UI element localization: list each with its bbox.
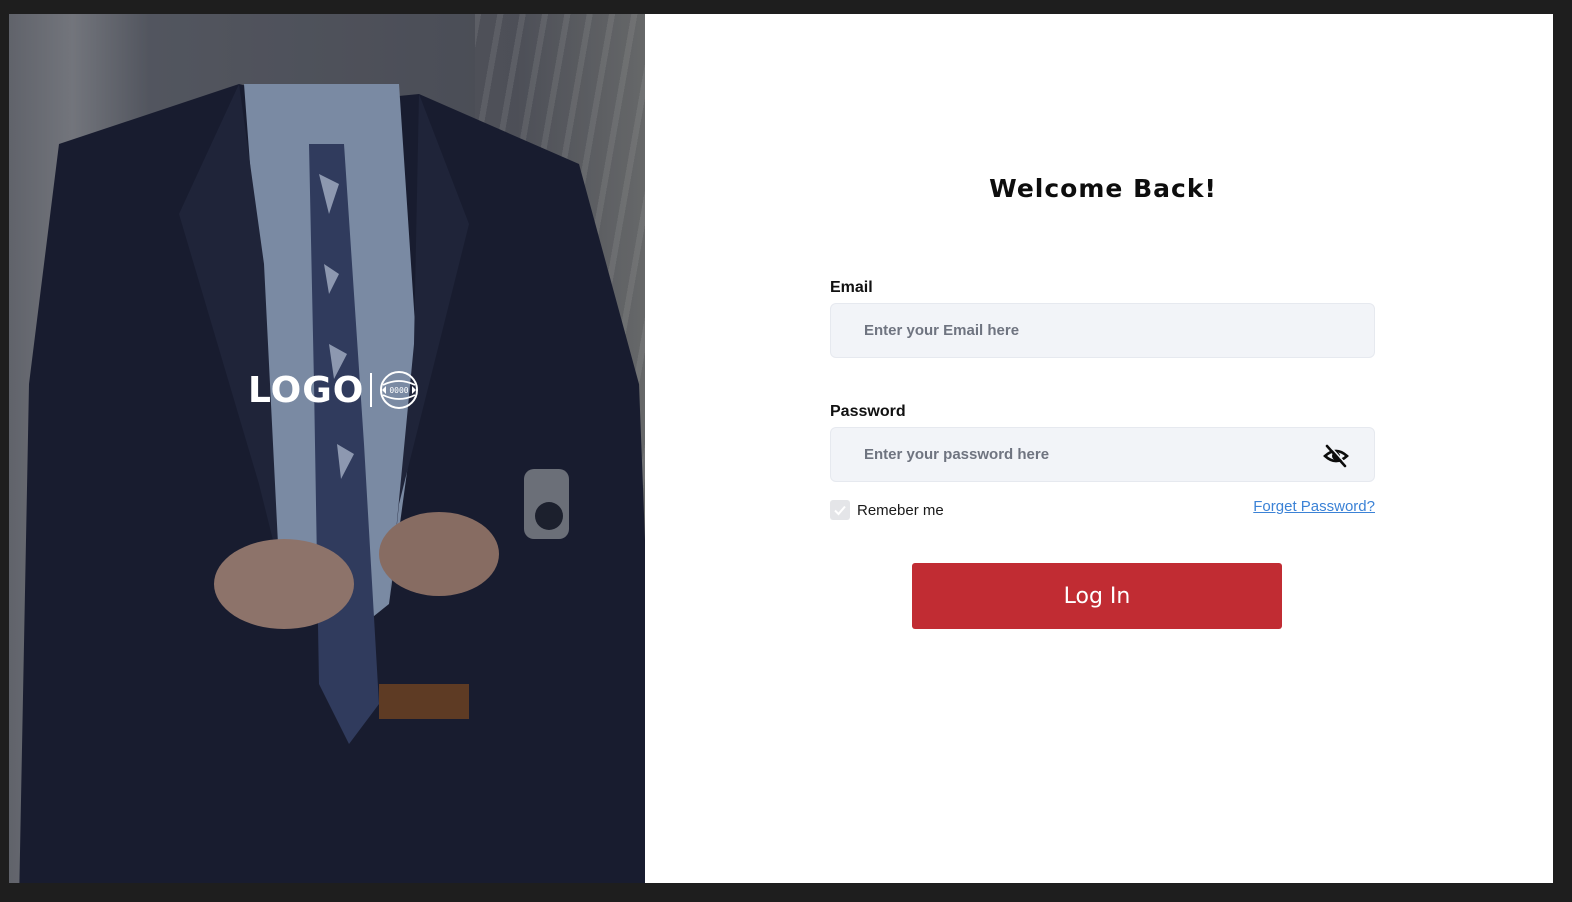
eye-slash-icon[interactable] — [1322, 442, 1350, 470]
emblem-text: 0000 — [390, 386, 409, 395]
brand-logo: LOGO 0000 — [248, 369, 420, 411]
remember-me-label: Remeber me — [857, 501, 944, 519]
checkmark-icon — [834, 505, 846, 516]
hero-image-panel: LOGO 0000 — [9, 14, 645, 883]
email-label: Email — [830, 279, 873, 296]
badge-emblem-icon: 0000 — [380, 371, 419, 409]
logo-divider — [370, 373, 373, 407]
hero-dark-overlay — [9, 14, 645, 883]
password-input[interactable] — [831, 428, 1374, 481]
login-button[interactable]: Log In — [912, 563, 1282, 629]
title-container: Welcome Back! — [831, 174, 1375, 203]
login-form-panel: Welcome Back! Email Password — [645, 14, 1553, 883]
logo-wordmark: LOGO — [248, 369, 365, 411]
forgot-password-link[interactable]: Forget Password? — [1253, 498, 1375, 515]
login-screen: LOGO 0000 Welcome Back! Email Password — [9, 14, 1553, 883]
password-field-container — [830, 427, 1375, 482]
remember-me[interactable]: Remeber me — [830, 500, 944, 520]
email-field-container — [830, 303, 1375, 358]
page-title: Welcome Back! — [989, 174, 1217, 203]
remember-me-checkbox[interactable] — [830, 500, 850, 520]
email-input[interactable] — [831, 304, 1374, 357]
password-label: Password — [830, 403, 906, 420]
